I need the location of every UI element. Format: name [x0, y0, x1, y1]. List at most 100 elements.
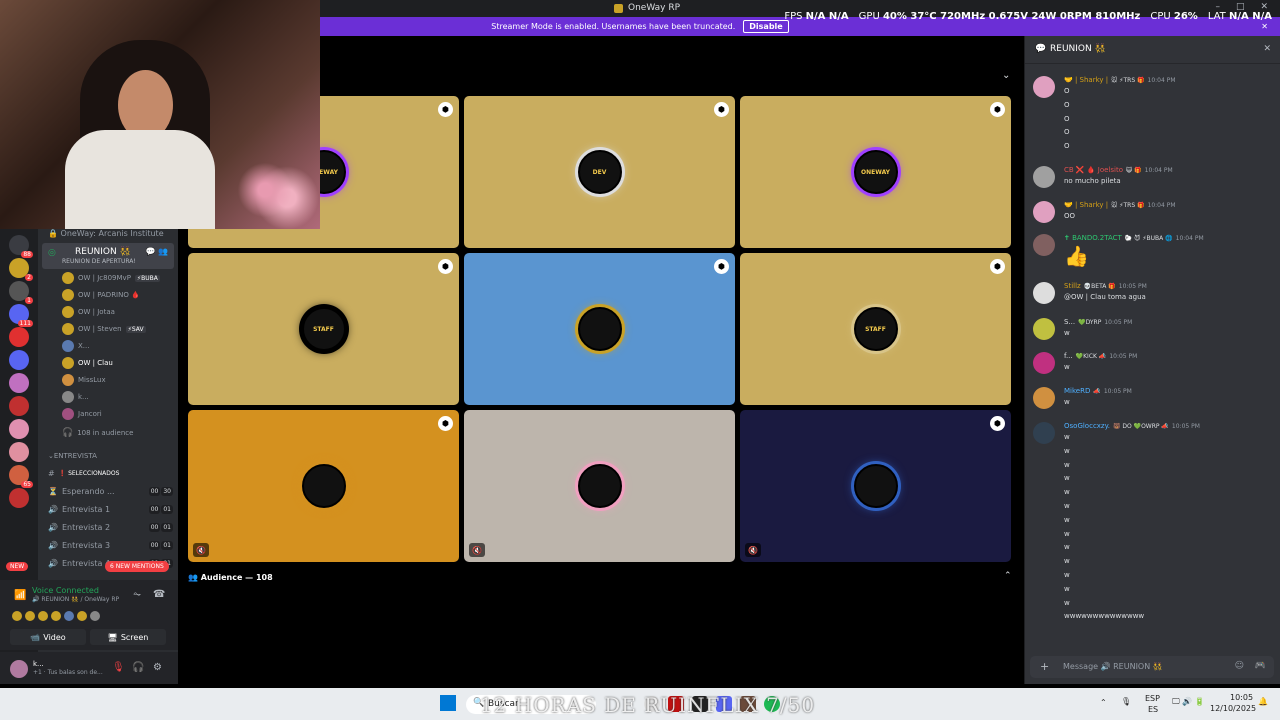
server-icon[interactable]: [9, 442, 29, 462]
clock-date[interactable]: 12/10/2025: [1210, 704, 1256, 713]
add-attachment-icon[interactable]: +: [1040, 660, 1049, 673]
avatar[interactable]: [1033, 201, 1055, 223]
disconnect-icon[interactable]: ☎: [153, 589, 165, 600]
category-entrevista-label: ENTREVISTA: [53, 452, 97, 460]
participant-tile[interactable]: ⬢ 🔇: [188, 410, 459, 562]
server-icon[interactable]: 111: [9, 304, 33, 327]
noise-suppression-icon[interactable]: ⏦: [133, 589, 141, 600]
voice-channel-path[interactable]: 🔊 REUNION 👯 / OneWay RP: [32, 596, 119, 603]
participant-tile[interactable]: ⬢ 🔇: [740, 410, 1011, 562]
voice-user[interactable]: OW | Clau: [62, 356, 172, 370]
voice-connected-label[interactable]: Voice Connected: [32, 586, 99, 595]
avatar[interactable]: [1033, 234, 1055, 256]
channel-category-header[interactable]: 🔒 OneWay: Arcanis Institute: [48, 229, 164, 238]
voice-user[interactable]: OW | Jc809MvP ⚡BUBA: [62, 271, 172, 285]
voice-user[interactable]: OW | Steven ⚡SAV: [62, 322, 172, 336]
app-logo-icon: [614, 3, 623, 13]
chevron-up-icon[interactable]: ⌃: [1004, 571, 1012, 581]
pin-icon[interactable]: ⬢: [990, 416, 1005, 431]
message-author[interactable]: 🤝 | Sharky |: [1064, 76, 1108, 84]
pin-icon[interactable]: ⬢: [438, 416, 453, 431]
user-avatar[interactable]: [10, 660, 28, 678]
voice-user[interactable]: Jancori: [62, 407, 172, 421]
banner-close-icon[interactable]: ✕: [1261, 22, 1268, 31]
pin-icon[interactable]: ⬢: [438, 259, 453, 274]
server-icon[interactable]: 65: [9, 465, 33, 488]
message-author[interactable]: CB ❌ 🩸 Joelsito: [1064, 166, 1123, 174]
avatar[interactable]: [1033, 166, 1055, 188]
category-entrevista[interactable]: ⌄ENTREVISTA: [48, 452, 97, 460]
participant-tile[interactable]: 🔇: [464, 410, 735, 562]
server-icon[interactable]: 2: [9, 258, 33, 281]
channel-item[interactable]: 🔊 Entrevista 3 00 01: [48, 538, 173, 552]
settings-gear-icon[interactable]: ⚙: [153, 662, 162, 673]
voice-user[interactable]: k...: [62, 390, 172, 404]
channel-item[interactable]: 🔊 Entrevista 1 00 01: [48, 502, 173, 516]
avatar: [62, 289, 74, 301]
pin-icon[interactable]: ⬢: [714, 102, 729, 117]
channel-item[interactable]: 🔊 Entrevista 2 00 01: [48, 520, 173, 534]
screen-share-button[interactable]: 🖥 Screen: [90, 629, 166, 645]
avatar[interactable]: [1033, 318, 1055, 340]
message-author[interactable]: S...: [1064, 318, 1075, 326]
avatar[interactable]: [1033, 282, 1055, 304]
server-icon[interactable]: [9, 350, 29, 370]
tray-chevron-icon[interactable]: ⌃: [1100, 698, 1107, 707]
headphones-toggle-icon[interactable]: 🎧: [132, 662, 144, 673]
voice-channel-reunion[interactable]: ◎ REUNION 👯 REUNION DE APERTURA! 💬 👥: [42, 243, 174, 269]
clock-time[interactable]: 10:05: [1230, 693, 1253, 702]
participant-tile[interactable]: STAFF ⬢: [740, 253, 1011, 405]
participant-tile[interactable]: STAFF ⬢: [188, 253, 459, 405]
notification-icon[interactable]: 🔔: [1258, 697, 1268, 706]
disable-streamer-mode-button[interactable]: Disable: [743, 20, 789, 33]
avatar[interactable]: [1033, 352, 1055, 374]
voice-user[interactable]: OW | Jotaa: [62, 305, 172, 319]
pin-icon[interactable]: ⬢: [714, 259, 729, 274]
microphone-icon[interactable]: 🎙: [1121, 697, 1131, 706]
participant-tile[interactable]: ⬢: [464, 253, 735, 405]
channel-item[interactable]: # ❗ SELECCIONADOS: [48, 466, 173, 480]
server-icon[interactable]: 88: [9, 235, 33, 258]
audience-header[interactable]: 👥 Audience — 108: [188, 573, 273, 582]
server-icon[interactable]: [9, 373, 29, 393]
audience-count[interactable]: 🎧 108 in audience: [62, 426, 172, 440]
message-author[interactable]: OsoGloccxzy.: [1064, 422, 1110, 430]
video-button[interactable]: 📹 Video: [10, 629, 86, 645]
avatar[interactable]: [1033, 76, 1055, 98]
channel-item[interactable]: ⏳ Esperando ... 00 30: [48, 484, 173, 498]
server-icon[interactable]: [9, 488, 29, 508]
pin-icon[interactable]: ⬢: [990, 259, 1005, 274]
avatar[interactable]: [1033, 387, 1055, 409]
windows-start-icon[interactable]: [440, 695, 456, 711]
chat-bubble-icon[interactable]: 💬 👥: [146, 247, 168, 256]
new-servers-pill[interactable]: NEW: [6, 562, 29, 571]
chevron-down-icon[interactable]: ⌄: [1002, 70, 1010, 81]
pin-icon[interactable]: ⬢: [438, 102, 453, 117]
message-author[interactable]: Stillz: [1064, 282, 1081, 290]
message-author[interactable]: 🤝 | Sharky |: [1064, 201, 1108, 209]
server-icon[interactable]: [9, 396, 29, 416]
language-code[interactable]: ESP: [1145, 694, 1160, 703]
voice-user[interactable]: MissLux: [62, 373, 172, 387]
message-author[interactable]: f...: [1064, 352, 1073, 360]
avatar[interactable]: [1033, 422, 1055, 444]
message-author[interactable]: ✝ BANDO.2TACT: [1064, 234, 1122, 242]
mic-muted-icon[interactable]: 🎙: [112, 662, 125, 673]
server-icon[interactable]: [9, 327, 29, 347]
network-volume-battery-icon[interactable]: 🖵 🔊 🔋: [1172, 697, 1205, 707]
server-icon[interactable]: [9, 419, 29, 439]
message-author[interactable]: MikeRD: [1064, 387, 1090, 395]
author-tags: 💚DYRP: [1078, 319, 1102, 326]
new-mentions-pill[interactable]: 6 NEW MENTIONS: [105, 561, 169, 572]
pin-icon[interactable]: ⬢: [990, 102, 1005, 117]
participant-tile[interactable]: ONEWAY ⬢: [740, 96, 1011, 248]
voice-user[interactable]: OW | PADRINO 🩸: [62, 288, 172, 302]
game-icon[interactable]: 🎮: [1255, 661, 1266, 671]
avatar: [62, 272, 74, 284]
close-chat-icon[interactable]: ✕: [1263, 44, 1271, 54]
emoji-icon[interactable]: ☺: [1235, 661, 1244, 671]
message-input[interactable]: + Message 🔊 REUNION 👯 ☺ 🎮: [1030, 656, 1274, 678]
participant-tile[interactable]: DEV ⬢: [464, 96, 735, 248]
voice-user[interactable]: X...: [62, 339, 172, 353]
server-icon[interactable]: 1: [9, 281, 33, 304]
